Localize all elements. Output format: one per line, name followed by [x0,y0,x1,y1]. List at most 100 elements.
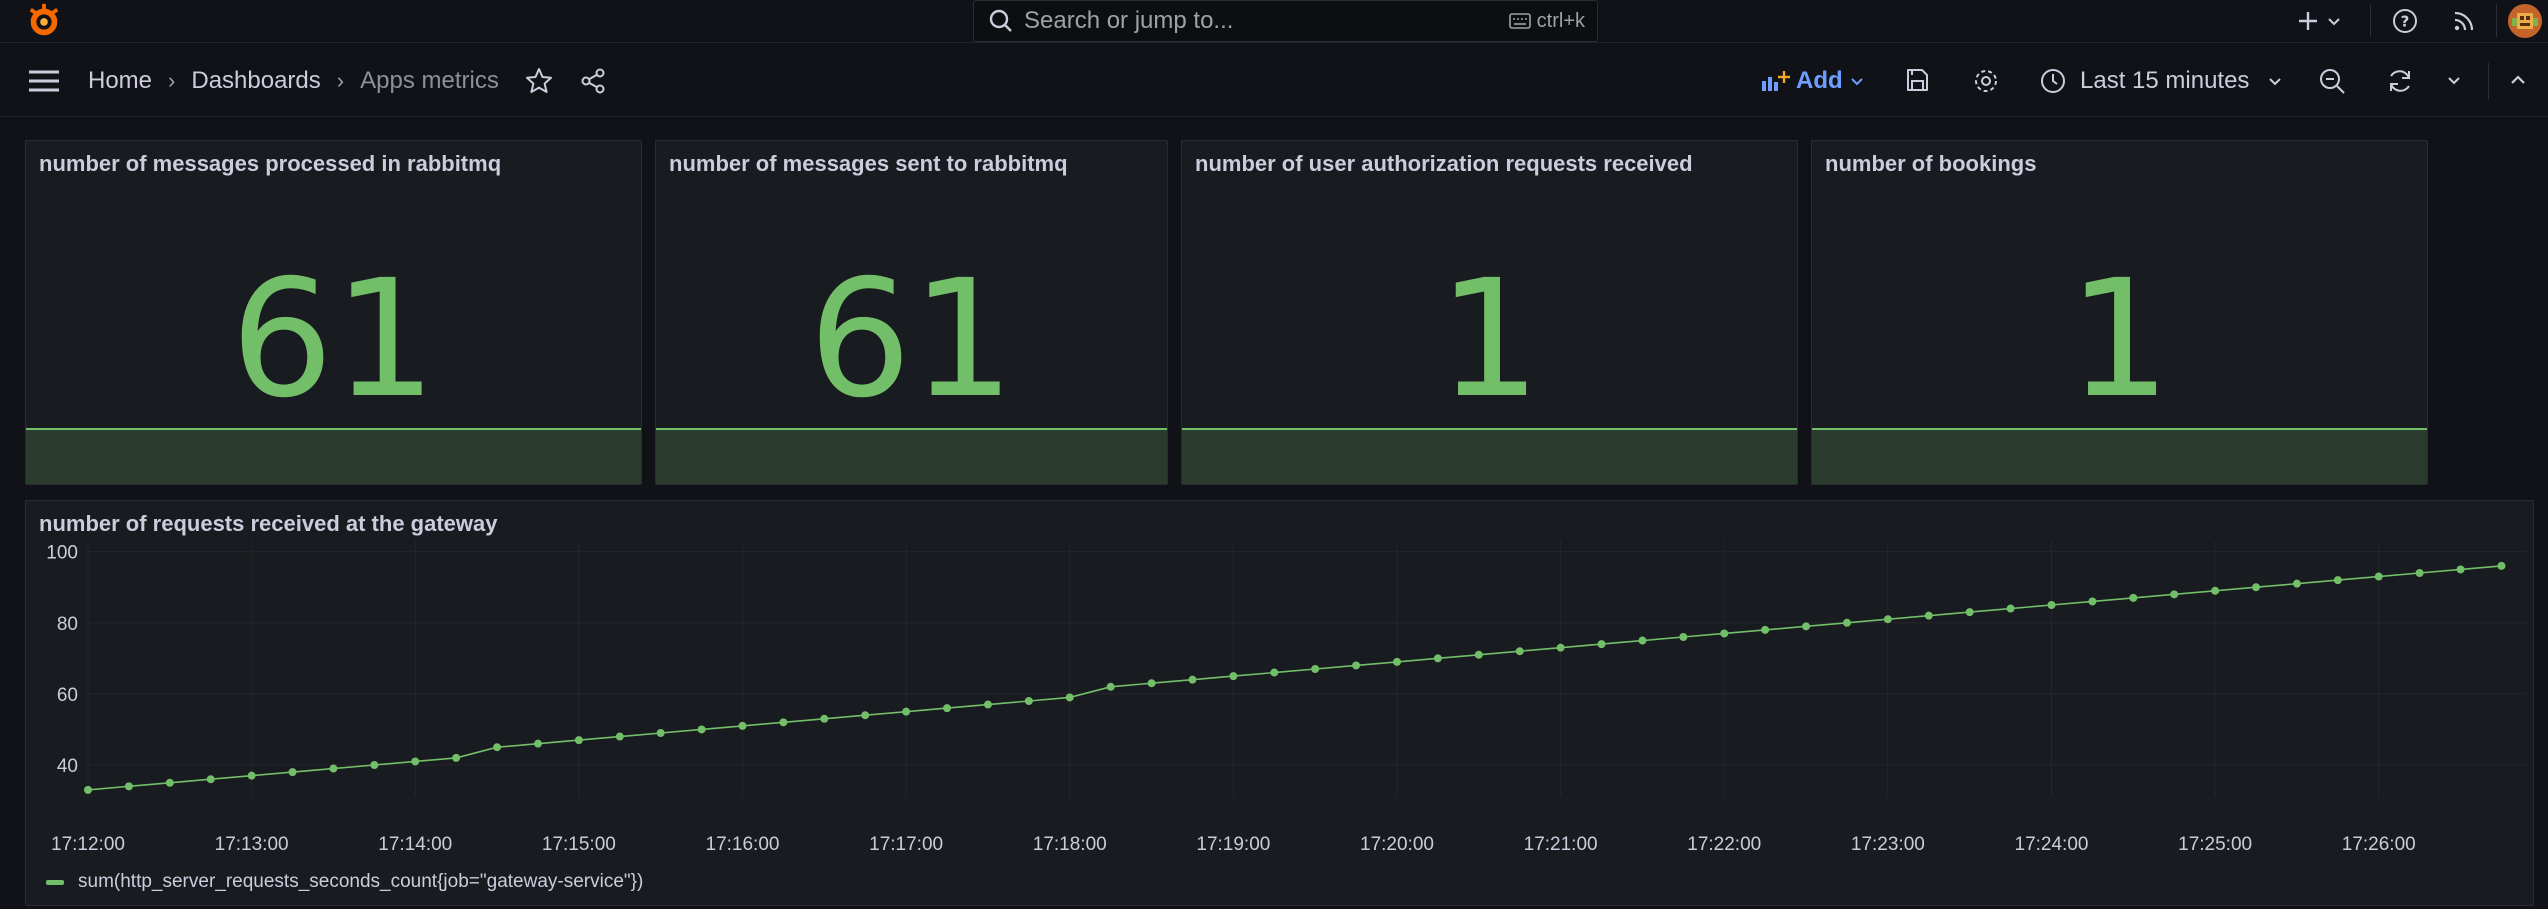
data-point [1679,633,1688,641]
data-point [493,743,502,752]
data-point [2456,565,2465,574]
search-shortcut-label: ctrl+k [1536,9,1585,32]
add-panel-button[interactable]: Add [1760,61,1865,101]
data-point [656,729,665,737]
chevron-down-icon [2448,77,2460,85]
data-point [206,775,215,784]
stat-sparkline [656,428,1167,484]
data-point [738,721,747,730]
data-point [1188,675,1197,684]
data-point [533,739,542,748]
chevron-up-icon [2511,75,2525,84]
data-point [1965,608,1974,617]
refresh-button[interactable] [2386,67,2414,95]
data-point [452,753,461,762]
data-point [2088,597,2097,606]
legend-label: sum(http_server_requests_seconds_count{j… [78,871,644,892]
data-point [1761,625,1770,634]
x-tick-label: 17:25:00 [2178,834,2252,855]
data-point [943,704,952,713]
stat-panel[interactable]: number of user authorization requests re… [1181,140,1798,485]
data-point [820,714,829,723]
avatar [2508,3,2542,38]
data-point [1352,661,1361,670]
breadcrumb-current: Apps metrics [360,66,499,94]
stat-value: 1 [2067,246,2172,434]
breadcrumb-dashboards[interactable]: Dashboards [191,67,320,95]
search-input[interactable]: Search or jump to... ctrl+k [973,0,1598,42]
data-point [2170,590,2179,599]
data-point [1842,618,1851,627]
stat-panel[interactable]: number of messages processed in rabbitmq… [25,140,642,485]
share-button[interactable] [579,67,607,95]
y-tick-label: 40 [57,756,78,777]
grafana-logo-icon[interactable] [24,2,64,40]
data-point [370,761,379,769]
data-point [1311,665,1320,673]
data-point [2497,561,2506,570]
plus-icon [2299,11,2317,30]
line-chart: 40 60 80 100 17:12:00 17:13:00 17:14:00 17:15:0… [46,541,2526,855]
share-icon [581,68,605,93]
refresh-interval-dropdown[interactable] [2446,72,2462,88]
clock-icon [2041,69,2065,93]
x-tick-label: 17:15:00 [542,834,616,855]
data-point [1147,679,1156,688]
x-tick-label: 17:12:00 [51,834,125,855]
data-point [574,736,583,745]
data-point [1392,657,1401,666]
x-tick-label: 17:23:00 [1851,834,1925,855]
stat-panel[interactable]: number of bookings 1 [1811,140,2428,485]
data-point [247,771,256,780]
chevron-right-icon: › [336,67,345,93]
favorite-button[interactable] [525,67,553,95]
zoom-out-button[interactable] [2318,67,2346,95]
new-menu-button[interactable] [2296,0,2342,41]
chevron-down-icon [2269,78,2282,86]
stat-sparkline [26,428,641,484]
time-range-picker[interactable]: Last 15 minutes [2040,61,2283,101]
help-icon: ? [2393,8,2417,33]
save-icon [1907,69,1928,91]
timeseries-panel[interactable]: number of requests received at the gatew… [25,500,2534,906]
series-line [87,565,2502,791]
search-shortcut: ctrl+k [1508,9,1585,33]
x-tick-label: 17:26:00 [2342,834,2416,855]
data-point [1597,640,1606,649]
data-point [1638,636,1647,645]
collapse-toolbar-button[interactable] [2508,70,2528,90]
dashboard-settings-button[interactable] [1972,67,2000,95]
data-point [1515,647,1524,656]
x-tick-label: 17:19:00 [1196,834,1270,855]
keyboard-icon [1508,13,1531,29]
menu-icon[interactable] [28,69,60,93]
save-dashboard-button[interactable] [1904,67,1930,93]
profile-button[interactable] [2508,0,2542,41]
top-bar: Search or jump to... ctrl+k ? [0,0,2548,42]
data-point [1024,697,1033,705]
data-point [1065,693,1074,702]
panel-title: number of user authorization requests re… [1195,151,1693,176]
zoom-out-icon [2320,69,2345,94]
stat-sparkline [1812,428,2427,484]
stat-panel[interactable]: number of messages sent to rabbitmq 61 [655,140,1168,485]
divider [2488,63,2489,99]
panel-title: number of messages processed in rabbitmq [39,151,502,176]
divider [2496,4,2497,37]
stat-value: 61 [808,246,1015,434]
data-point [1229,672,1238,681]
data-point [124,782,133,791]
data-point [2006,604,2015,613]
breadcrumb-home[interactable]: Home [88,67,152,95]
x-tick-label: 17:17:00 [869,834,943,855]
data-point [1270,668,1279,677]
data-point [288,768,297,777]
y-tick-label: 60 [57,685,78,706]
chart-legend[interactable]: sum(http_server_requests_seconds_count{j… [46,871,643,893]
news-button[interactable] [2452,0,2476,41]
stat-value: 1 [1437,246,1542,434]
help-button[interactable]: ? [2392,0,2418,41]
data-point [2415,569,2424,577]
divider [2370,4,2371,37]
stat-value: 61 [230,246,437,434]
